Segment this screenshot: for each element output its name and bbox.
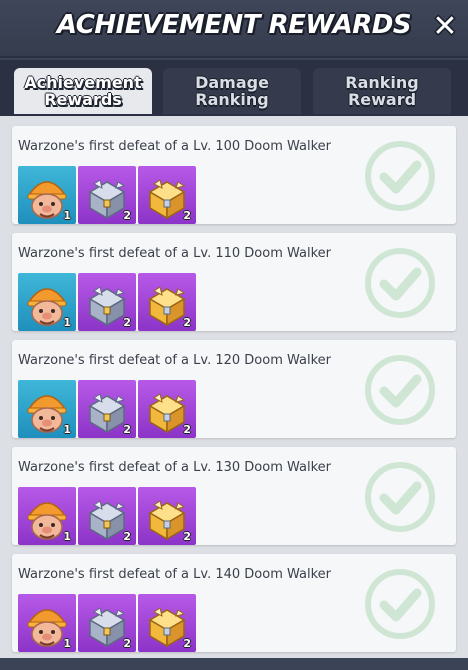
gold-chest-icon[interactable]: 2 [138,380,196,438]
item-count: 2 [183,209,191,222]
tab-ranking-reward[interactable]: Ranking Reward [313,68,451,114]
rewards-list[interactable]: Warzone's first defeat of a Lv. 100 Doom… [0,116,468,670]
tab-damage-ranking[interactable]: Damage Ranking [163,68,301,114]
item-count: 2 [183,423,191,436]
check-icon [365,248,435,318]
reward-title: Warzone's first defeat of a Lv. 140 Doom… [18,567,332,582]
reward-card: Warzone's first defeat of a Lv. 140 Doom… [12,554,456,652]
item-count: 1 [63,530,71,543]
check-icon [365,141,435,211]
header: ACHIEVEMENT REWARDS ✕ [0,0,468,58]
silver-chest-icon[interactable]: 2 [78,166,136,224]
bottom-bar [0,658,468,670]
silver-chest-icon[interactable]: 2 [78,594,136,652]
check-icon [365,355,435,425]
item-count: 2 [183,637,191,650]
gold-chest-icon[interactable]: 2 [138,487,196,545]
item-count: 2 [183,530,191,543]
reward-card: Warzone's first defeat of a Lv. 110 Doom… [12,233,456,331]
hero-portrait-icon[interactable]: 1 [18,594,76,652]
reward-card: Warzone's first defeat of a Lv. 120 Doom… [12,340,456,438]
reward-title: Warzone's first defeat of a Lv. 120 Doom… [18,353,332,368]
item-count: 2 [123,316,131,329]
item-count: 2 [183,316,191,329]
hero-portrait-icon[interactable]: 1 [18,166,76,224]
silver-chest-icon[interactable]: 2 [78,487,136,545]
gold-chest-icon[interactable]: 2 [138,594,196,652]
item-count: 2 [123,423,131,436]
hero-portrait-icon[interactable]: 1 [18,487,76,545]
tab-achievement-rewards[interactable]: Achievement Rewards [14,68,152,114]
hero-portrait-icon[interactable]: 1 [18,273,76,331]
close-icon[interactable]: ✕ [430,12,460,42]
silver-chest-icon[interactable]: 2 [78,380,136,438]
gold-chest-icon[interactable]: 2 [138,166,196,224]
check-icon [365,569,435,639]
item-count: 1 [63,423,71,436]
item-count: 2 [123,637,131,650]
item-count: 2 [123,209,131,222]
page-title: ACHIEVEMENT REWARDS [56,10,412,40]
check-icon [365,462,435,532]
reward-card: Warzone's first defeat of a Lv. 100 Doom… [12,126,456,224]
item-count: 2 [123,530,131,543]
reward-title: Warzone's first defeat of a Lv. 130 Doom… [18,460,332,475]
item-count: 1 [63,316,71,329]
silver-chest-icon[interactable]: 2 [78,273,136,331]
reward-title: Warzone's first defeat of a Lv. 110 Doom… [18,246,332,261]
reward-card: Warzone's first defeat of a Lv. 130 Doom… [12,447,456,545]
hero-portrait-icon[interactable]: 1 [18,380,76,438]
gold-chest-icon[interactable]: 2 [138,273,196,331]
reward-title: Warzone's first defeat of a Lv. 100 Doom… [18,139,332,154]
item-count: 1 [63,637,71,650]
item-count: 1 [63,209,71,222]
tab-bar: Achievement Rewards Damage Ranking Ranki… [0,60,468,116]
